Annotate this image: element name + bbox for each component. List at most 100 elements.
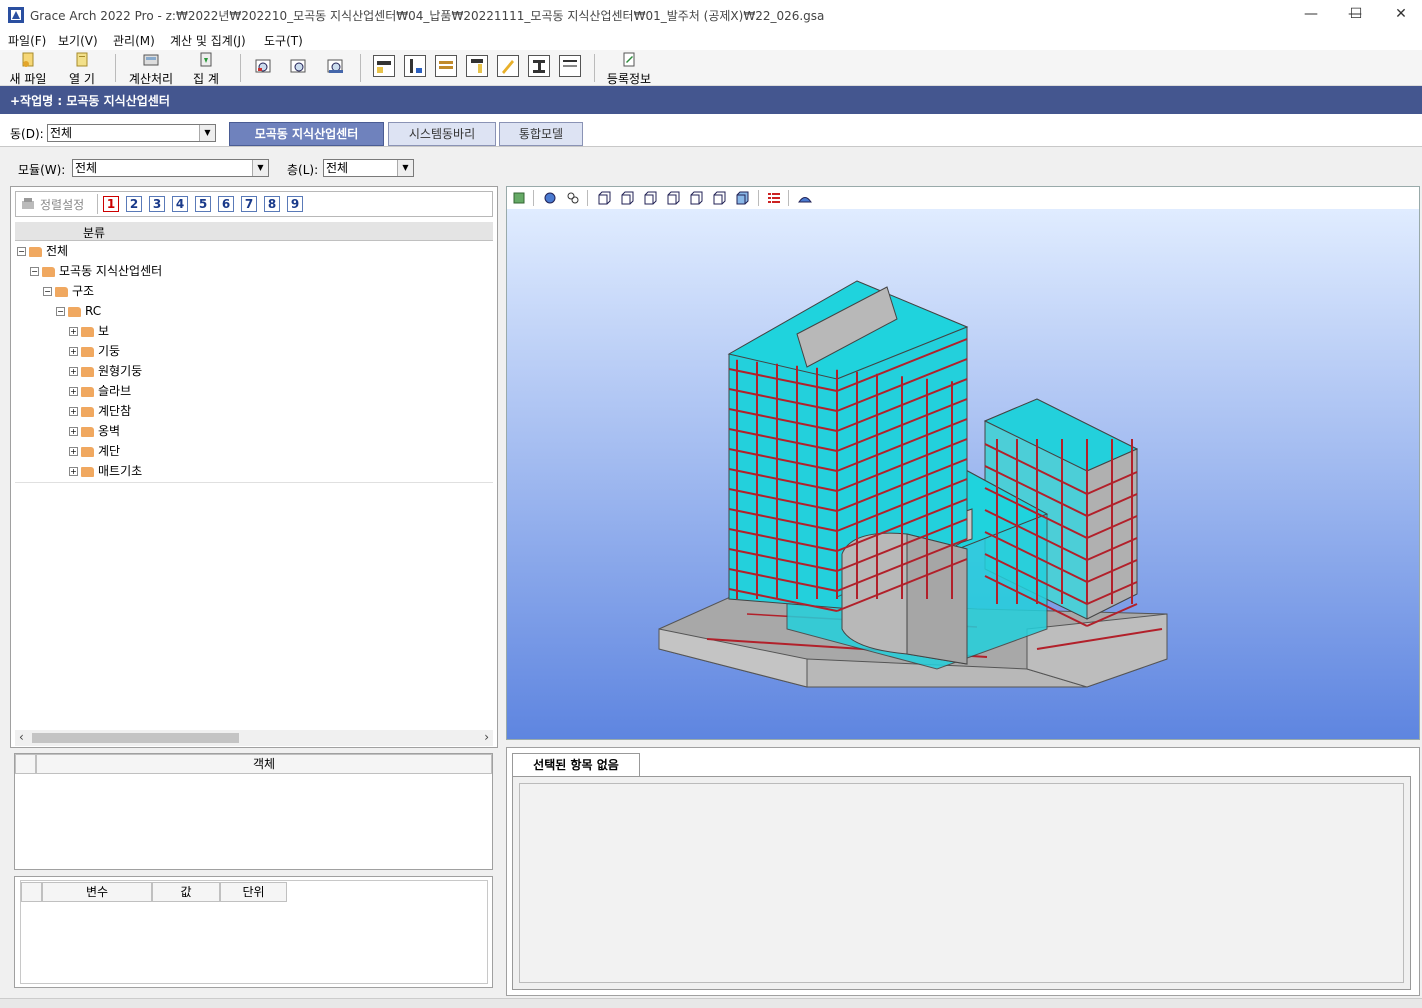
view-mode-2-button[interactable] (404, 55, 426, 77)
view-mode-4-button[interactable] (466, 55, 488, 77)
expand-icon[interactable]: + (69, 447, 78, 456)
zoom-out-icon[interactable] (326, 58, 346, 76)
details-content (519, 783, 1404, 983)
variables-header-corner (21, 882, 42, 902)
aggregate-button[interactable]: 집 계 (185, 52, 227, 86)
tab-integrated-model[interactable]: 통합모델 (499, 122, 583, 146)
toolbar-separator (360, 54, 361, 82)
list-icon[interactable] (767, 191, 781, 205)
rotate-icon[interactable] (543, 191, 557, 205)
level-4-button[interactable]: 4 (172, 196, 188, 212)
menu-view[interactable]: 보기(V) (58, 32, 98, 49)
view-top-icon[interactable] (689, 191, 703, 205)
expand-icon[interactable]: + (69, 327, 78, 336)
menu-calc[interactable]: 계산 및 집계(J) (170, 32, 246, 49)
tree-item[interactable]: + 매트기초 (69, 461, 142, 481)
tab-system-support[interactable]: 시스템동바리 (388, 122, 496, 146)
menu-tools[interactable]: 도구(T) (264, 32, 303, 49)
scrollbar-thumb[interactable] (32, 733, 239, 743)
register-info-button[interactable]: 등록정보 (603, 52, 655, 86)
collapse-icon[interactable]: − (43, 287, 52, 296)
expand-icon[interactable]: + (69, 427, 78, 436)
building-label: 동(D): (10, 127, 44, 141)
calculate-button[interactable]: 계산처리 (124, 52, 178, 86)
tree-item[interactable]: + 슬라브 (69, 381, 131, 401)
model-icon[interactable] (513, 191, 527, 205)
chevron-down-icon[interactable]: ▼ (199, 125, 215, 141)
expand-icon[interactable]: + (69, 367, 78, 376)
horizontal-scrollbar[interactable]: ‹ › (15, 730, 493, 746)
folder-icon (81, 426, 94, 437)
tab-main-building[interactable]: 모곡동 지식산업센터 (229, 122, 384, 146)
expand-icon[interactable]: + (69, 387, 78, 396)
chevron-down-icon[interactable]: ▼ (397, 160, 413, 176)
level-3-button[interactable]: 3 (149, 196, 165, 212)
floor-select[interactable]: 전체 ▼ (323, 159, 414, 177)
toolbar-separator (594, 54, 595, 82)
module-select[interactable]: 전체 ▼ (72, 159, 269, 177)
pan-icon[interactable] (566, 191, 580, 205)
level-8-button[interactable]: 8 (264, 196, 280, 212)
section-icon (533, 60, 545, 73)
tree-item[interactable]: + 보 (69, 321, 109, 341)
divider (788, 190, 789, 206)
terrain-icon[interactable] (798, 191, 812, 205)
level-6-button[interactable]: 6 (218, 196, 234, 212)
new-file-button[interactable]: 새 파일 (6, 52, 50, 86)
collapse-icon[interactable]: − (17, 247, 26, 256)
view-back-icon[interactable] (620, 191, 634, 205)
scroll-left-icon[interactable]: ‹ (19, 730, 24, 744)
view-right-icon[interactable] (666, 191, 680, 205)
tree-item[interactable]: − RC (56, 301, 101, 321)
view-iso-icon[interactable] (735, 191, 749, 205)
tree-item[interactable]: − 모곡동 지식산업센터 (30, 261, 162, 281)
view-mode-1-button[interactable] (373, 55, 395, 77)
sort-icon[interactable] (20, 196, 36, 212)
level-2-button[interactable]: 2 (126, 196, 142, 212)
open-button[interactable]: 열 기 (60, 52, 104, 86)
edit-button[interactable] (497, 55, 519, 77)
view-mode-7-button[interactable] (559, 55, 581, 77)
model-canvas[interactable] (507, 209, 1419, 739)
level-5-button[interactable]: 5 (195, 196, 211, 212)
title-bar: Grace Arch 2022 Pro - z:₩2022년₩202210_모곡… (0, 0, 1422, 30)
tree-item[interactable]: + 기둥 (69, 341, 120, 361)
collapse-icon[interactable]: − (56, 307, 65, 316)
tree-item[interactable]: + 옹벽 (69, 421, 120, 441)
zoom-in-icon[interactable] (289, 58, 309, 76)
folder-icon (42, 266, 55, 277)
tree-item[interactable]: + 원형기둥 (69, 361, 142, 381)
expand-icon[interactable]: + (69, 467, 78, 476)
object-header-corner (15, 754, 36, 774)
view-front-icon[interactable] (597, 191, 611, 205)
tree-item[interactable]: − 구조 (43, 281, 94, 301)
maximize-button[interactable]: ☐ (1333, 0, 1379, 30)
level-9-button[interactable]: 9 (287, 196, 303, 212)
tree-item-label: RC (85, 304, 102, 318)
menu-manage[interactable]: 관리(M) (113, 32, 155, 49)
level-1-button[interactable]: 1 (103, 196, 119, 212)
sort-setting-label[interactable]: 정렬설정 (40, 196, 84, 213)
close-button[interactable]: ✕ (1378, 0, 1422, 30)
chevron-down-icon[interactable]: ▼ (252, 160, 268, 176)
view-mode-3-button[interactable] (435, 55, 457, 77)
level-7-button[interactable]: 7 (241, 196, 257, 212)
tab-no-selection[interactable]: 선택된 항목 없음 (512, 753, 640, 777)
view-mode-6-button[interactable] (528, 55, 550, 77)
scroll-right-icon[interactable]: › (484, 730, 489, 744)
expand-icon[interactable]: + (69, 347, 78, 356)
view-bottom-icon[interactable] (712, 191, 726, 205)
tree-item[interactable]: − 전체 (17, 241, 68, 261)
zoom-window-icon[interactable] (254, 58, 274, 76)
expand-icon[interactable]: + (69, 407, 78, 416)
divider (533, 190, 534, 206)
tree-header: 분류 (15, 222, 493, 241)
properties-icon (623, 52, 635, 67)
view-left-icon[interactable] (643, 191, 657, 205)
collapse-icon[interactable]: − (30, 267, 39, 276)
building-select[interactable]: 전체 ▼ (47, 124, 216, 142)
tree-item[interactable]: + 계단 (69, 441, 120, 461)
menu-file[interactable]: 파일(F) (8, 32, 46, 49)
tree-item[interactable]: + 계단참 (69, 401, 131, 421)
minimize-button[interactable]: — (1288, 0, 1334, 30)
